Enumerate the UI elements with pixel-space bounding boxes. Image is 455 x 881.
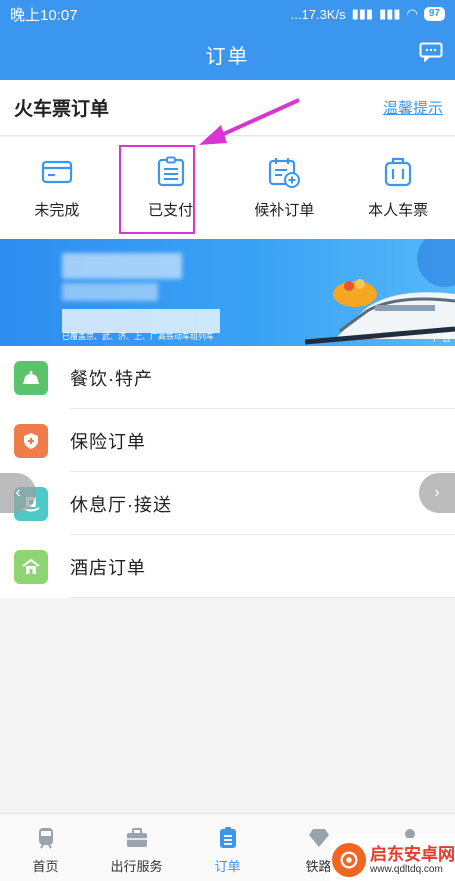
row-divider (70, 597, 455, 598)
status-indicators: ...17.3K/s ▮▮▮ ▮▮▮ ◠ 97 (291, 6, 445, 22)
service-label: 餐饮·特产 (70, 368, 153, 389)
service-row-lounge[interactable]: 休息厅·接送 (0, 472, 455, 535)
calendar-plus-icon (269, 158, 301, 188)
nav-bar: 订单 (0, 28, 455, 80)
right-floating-button[interactable]: › (419, 473, 455, 513)
bullet-train-icon (305, 239, 455, 345)
service-row-insurance[interactable]: 保险订单 (0, 409, 455, 472)
status-time: 晚上10:07 (10, 6, 78, 24)
message-icon[interactable] (419, 42, 443, 62)
service-label: 酒店订单 (70, 557, 146, 578)
train-icon (38, 828, 53, 849)
quick-action-label: 未完成 (34, 202, 80, 219)
wifi-icon: ◠ (406, 6, 418, 21)
hotel-icon (14, 549, 48, 584)
tab-label: 订单 (214, 859, 241, 874)
tip-link[interactable]: 温馨提示 (383, 97, 443, 118)
quick-action-my-tickets[interactable]: 本人车票 (341, 137, 455, 239)
site-watermark: 启东安卓网 www.qdltdq.com (330, 838, 455, 881)
quick-action-unfinished[interactable]: 未完成 (0, 137, 114, 239)
receipt-icon (157, 156, 184, 187)
train-ticket-orders-header: 火车票订单 温馨提示 (0, 80, 455, 136)
service-label: 保险订单 (70, 431, 146, 452)
page-title: 订单 (205, 45, 250, 68)
quick-action-waitlist[interactable]: 候补订单 (228, 137, 342, 239)
diamond-icon (308, 829, 329, 847)
order-icon (219, 827, 236, 848)
watermark-title: 启东安卓网 (370, 844, 455, 864)
signal-hd-icon: ▮▮▮ (379, 6, 401, 21)
services-list: 餐饮·特产 保险订单 休息厅·接送 酒店订单 (0, 346, 455, 598)
service-row-food[interactable]: 餐饮·特产 (0, 346, 455, 409)
tab-label: 首页 (32, 859, 59, 874)
service-row-hotel[interactable]: 酒店订单 (0, 535, 455, 598)
ticket-icon (385, 157, 412, 187)
watermark-logo (332, 842, 366, 877)
watermark-text: 启东安卓网 www.qdltdq.com (370, 845, 455, 875)
chevron-right-icon: › (434, 484, 440, 501)
tab-orders[interactable]: 订单 (182, 814, 273, 881)
ad-label: 广告 (432, 333, 451, 343)
network-speed: ...17.3K/s (290, 6, 346, 22)
section-title: 火车票订单 (14, 99, 110, 120)
banner-text-blurred (62, 309, 220, 333)
battery-icon: 97 (423, 7, 445, 21)
quick-action-label: 本人车票 (368, 202, 429, 219)
status-bar: 晚上10:07 ...17.3K/s ▮▮▮ ▮▮▮ ◠ 97 (0, 0, 455, 28)
card-icon (41, 160, 72, 184)
tab-travel-services[interactable]: 出行服务 (91, 814, 182, 881)
chevron-left-icon: ‹ (15, 484, 21, 501)
order-quick-actions: 未完成 已支付 候补订单 本人车票 (0, 137, 455, 239)
briefcase-icon (126, 828, 147, 847)
tab-label: 出行服务 (110, 859, 163, 874)
quick-action-label: 已支付 (148, 202, 194, 219)
signal-icon: ▮▮▮ (351, 6, 374, 21)
watermark-url: www.qdltdq.com (370, 863, 443, 875)
tab-home[interactable]: 首页 (0, 814, 91, 881)
quick-action-paid[interactable]: 已支付 (114, 137, 228, 239)
ad-banner[interactable]: 已覆盖京、武、济、上、广高铁动车组列车 广告 (0, 239, 455, 346)
banner-subtitle-blurred (62, 283, 158, 301)
banner-caption: 已覆盖京、武、济、上、广高铁动车组列车 (62, 332, 214, 341)
banner-title-blurred (62, 253, 182, 279)
tab-label: 铁路 (305, 859, 332, 874)
shield-icon (14, 423, 48, 458)
service-label: 休息厅·接送 (70, 494, 172, 515)
quick-action-label: 候补订单 (254, 202, 315, 219)
food-bell-icon (14, 360, 48, 395)
